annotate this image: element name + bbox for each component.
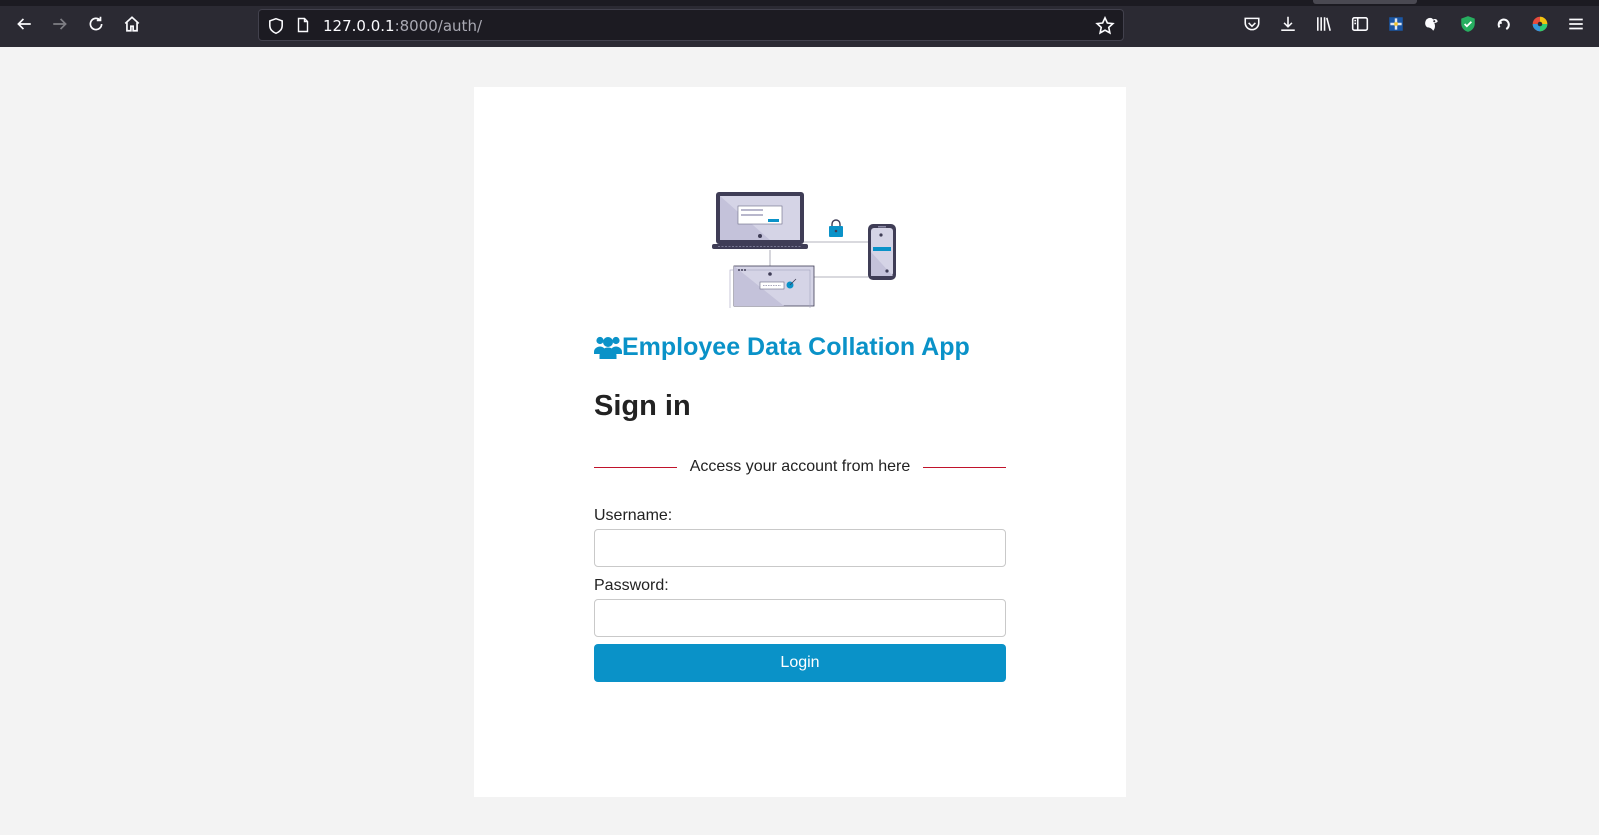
app-brand: Employee Data Collation App (594, 330, 970, 364)
star-icon[interactable] (1095, 15, 1115, 36)
home-icon[interactable] (121, 13, 143, 35)
username-label: Username: (594, 507, 673, 524)
active-tab-indicator[interactable] (1313, 0, 1417, 4)
browser-toolbar: 127.0.0.1:8000/auth/ (0, 0, 1599, 47)
url-path: :8000/auth/ (394, 17, 482, 35)
sidebar-icon[interactable] (1350, 14, 1370, 34)
url-bar[interactable]: 127.0.0.1:8000/auth/ (258, 9, 1124, 41)
login-card: Employee Data Collation App Sign in Acce… (474, 87, 1126, 797)
back-arrow-icon[interactable] (13, 13, 35, 35)
username-input[interactable] (594, 529, 1006, 567)
extension-cross-icon[interactable] (1386, 14, 1406, 34)
users-icon (594, 336, 622, 359)
section-divider: Access your account from here (594, 457, 1006, 477)
extension-gnu-icon[interactable] (1422, 14, 1442, 34)
extension-loop-icon[interactable] (1494, 14, 1514, 34)
divider-line-right (923, 467, 1006, 468)
download-icon[interactable] (1278, 14, 1298, 34)
page-title: Sign in (594, 390, 691, 422)
reload-icon[interactable] (85, 13, 107, 35)
shield-icon[interactable] (267, 17, 285, 35)
extension-shield-check-icon[interactable] (1458, 14, 1478, 34)
app-title: Employee Data Collation App (622, 332, 970, 361)
pocket-icon[interactable] (1242, 14, 1262, 34)
forward-arrow-icon[interactable] (49, 13, 71, 35)
login-illustration (712, 192, 896, 308)
password-label: Password: (594, 577, 669, 594)
login-button[interactable]: Login (594, 644, 1006, 682)
password-input[interactable] (594, 599, 1006, 637)
url-host: 127.0.0.1 (323, 17, 395, 35)
url-text[interactable]: 127.0.0.1:8000/auth/ (323, 17, 482, 35)
hamburger-menu-icon[interactable] (1566, 14, 1586, 34)
page-icon[interactable] (295, 17, 311, 35)
library-icon[interactable] (1314, 14, 1334, 34)
extension-color-wheel-icon[interactable] (1530, 14, 1550, 34)
